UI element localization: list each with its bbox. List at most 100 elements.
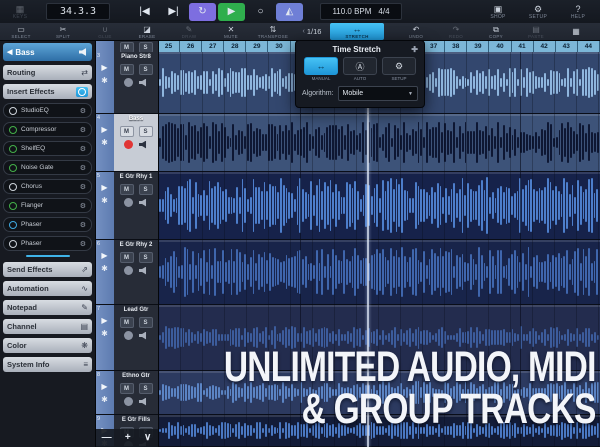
power-icon[interactable] — [9, 221, 17, 229]
track-name[interactable]: Piano Str8 — [121, 53, 151, 61]
ruler-bar-number[interactable]: 41 — [512, 40, 534, 52]
freeze-icon[interactable]: ✱ — [101, 395, 108, 404]
track-header-ethno-gtr[interactable]: 8 ▶ ✱ Ethno Gtr M S — [95, 371, 158, 415]
go-to-start-button[interactable]: |◀ — [131, 3, 158, 21]
track-play-icon[interactable]: ▶ — [101, 251, 107, 260]
ruler-bar-number[interactable]: 26 — [180, 40, 202, 52]
monitor-speaker-icon[interactable] — [139, 141, 148, 149]
record-arm-button[interactable] — [124, 397, 133, 406]
ruler-bar-number[interactable]: 43 — [556, 40, 578, 52]
metronome-button[interactable]: ◭ — [276, 3, 303, 21]
freeze-icon[interactable]: ✱ — [101, 138, 108, 147]
freeze-icon[interactable]: ✱ — [101, 196, 108, 205]
setup-button[interactable]: ⚙ SETUP — [518, 1, 558, 23]
sidebar-item-notepad[interactable]: Notepad ✎ — [3, 300, 92, 315]
tempo-display[interactable]: 110.0 BPM 4/4 — [320, 3, 402, 20]
split-tool[interactable]: ✂ SPLIT — [42, 24, 84, 40]
region-row-bass[interactable] — [158, 114, 600, 172]
solo-button[interactable]: S — [139, 42, 153, 52]
cycle-button[interactable]: ↻ — [189, 3, 216, 21]
track-strip[interactable]: 8 ▶ ✱ — [95, 371, 114, 414]
redo-button[interactable]: ↷ REDO — [436, 24, 476, 40]
paste-button[interactable]: ▤ PASTE — [516, 24, 556, 40]
gear-icon[interactable]: ⚙ — [80, 126, 86, 134]
track-strip[interactable]: 5 ▶ ✱ — [95, 172, 114, 239]
mute-button[interactable]: M — [120, 42, 134, 52]
track-name[interactable]: Ethno Gtr — [122, 372, 150, 380]
algorithm-dropdown[interactable]: Mobile ▼ — [338, 86, 418, 101]
solo-button[interactable]: S — [139, 252, 153, 263]
track-play-icon[interactable]: ▶ — [101, 125, 107, 134]
go-to-end-button[interactable]: ▶| — [160, 3, 187, 21]
power-icon[interactable] — [9, 202, 17, 210]
snap-value-control[interactable]: ‹ 1/16 — [294, 27, 330, 36]
copy-button[interactable]: ⧉ COPY — [476, 24, 516, 40]
select-tool[interactable]: ▭ SELECT — [0, 24, 42, 40]
power-icon[interactable] — [9, 183, 17, 191]
gear-icon[interactable]: ⚙ — [80, 202, 86, 210]
power-icon[interactable] — [9, 126, 17, 134]
track-header-bass[interactable]: 4 ▶ ✱ Bass M S — [95, 114, 158, 172]
effect-slot-studioeq[interactable]: StudioEQ ⚙ — [3, 103, 92, 118]
add-track-button[interactable]: + — [125, 433, 131, 443]
solo-button[interactable]: S — [139, 383, 153, 394]
record-arm-button[interactable] — [124, 331, 133, 340]
gear-icon[interactable]: ⚙ — [80, 164, 86, 172]
gear-icon[interactable]: ⚙ — [80, 183, 86, 191]
effect-slot-noise-gate[interactable]: Noise Gate ⚙ — [3, 160, 92, 175]
gear-icon[interactable]: ⚙ — [80, 240, 86, 248]
track-play-icon[interactable]: ▶ — [101, 183, 107, 192]
track-header-e-gtr-rhy-2[interactable]: 6 ▶ ✱ E Gtr Rhy 2 M S — [95, 240, 158, 305]
record-arm-button[interactable] — [124, 140, 133, 149]
track-strip[interactable]: 7 ▶ ✱ — [95, 305, 114, 370]
track-strip[interactable]: 6 ▶ ✱ — [95, 240, 114, 304]
track-header-e-gtr-rhy-1[interactable]: 5 ▶ ✱ E Gtr Rhy 1 M S — [95, 172, 158, 240]
monitor-speaker-icon[interactable] — [139, 199, 148, 207]
scroll-indicator[interactable] — [26, 255, 70, 257]
routing-button[interactable]: Routing ⇄ — [3, 65, 92, 80]
sidebar-item-automation[interactable]: Automation ∿ — [3, 281, 92, 296]
track-strip[interactable]: 3 ▶ ✱ — [95, 52, 114, 113]
track-play-icon[interactable]: ▶ — [101, 382, 107, 391]
monitor-speaker-icon[interactable] — [139, 398, 148, 406]
sidebar-item-color[interactable]: Color ❋ — [3, 338, 92, 353]
freeze-icon[interactable]: ✱ — [101, 264, 108, 273]
glue-tool[interactable]: ∪ GLUE — [84, 24, 126, 40]
ruler-bar-number[interactable]: 25 — [158, 40, 180, 52]
solo-button[interactable]: S — [139, 317, 153, 328]
track-name[interactable]: Bass — [129, 115, 143, 123]
gear-icon[interactable]: ⚙ — [80, 221, 86, 229]
minus-icon[interactable]: — — [102, 433, 112, 443]
region-row-e-gtr-rhy-2[interactable] — [158, 240, 600, 305]
track-header-piano-str8[interactable]: 3 ▶ ✱ Piano Str8 M S — [95, 52, 158, 114]
sidebar-item-send-effects[interactable]: Send Effects ⇗ — [3, 262, 92, 277]
shop-button[interactable]: ▣ SHOP — [478, 1, 518, 23]
record-arm-button[interactable] — [124, 198, 133, 207]
erase-tool[interactable]: ◪ ERASE — [126, 24, 168, 40]
record-arm-button[interactable] — [124, 266, 133, 275]
track-name[interactable]: E Gtr Fills — [122, 416, 150, 424]
power-icon[interactable] — [9, 145, 17, 153]
power-icon[interactable] — [9, 240, 17, 248]
mute-tool[interactable]: ✕ MUTE — [210, 24, 252, 40]
sidebar-item-system-info[interactable]: System Info ≡ — [3, 357, 92, 372]
help-button[interactable]: ? HELP — [558, 1, 598, 23]
track-strip[interactable]: 4 ▶ ✱ — [95, 114, 114, 171]
undo-button[interactable]: ↶ UNDO — [396, 24, 436, 40]
time-stretch-mode-manual[interactable]: ↔ MANUAL — [304, 57, 338, 81]
gear-icon[interactable]: ⚙ — [80, 145, 86, 153]
transpose-tool[interactable]: ⇅ TRANSPOSE — [252, 24, 294, 40]
track-header-lead-gtr[interactable]: 7 ▶ ✱ Lead Gtr M S — [95, 305, 158, 371]
record-arm-button[interactable] — [124, 78, 133, 87]
inspector-track-header[interactable]: ◀ Bass — [3, 43, 92, 61]
grid-button[interactable]: ▦ — [556, 24, 596, 40]
effect-slot-compressor[interactable]: Compressor ⚙ — [3, 122, 92, 137]
effect-slot-chorus[interactable]: Chorus ⚙ — [3, 179, 92, 194]
mute-button[interactable]: M — [120, 126, 134, 137]
ruler-bar-number[interactable]: 39 — [467, 40, 489, 52]
monitor-speaker-icon[interactable] — [139, 79, 148, 87]
time-stretch-mode-setup[interactable]: ⚙ SETUP — [382, 57, 416, 81]
monitor-speaker-icon[interactable] — [139, 332, 148, 340]
stretch-tool-button[interactable]: ↔ STRETCH — [330, 23, 384, 40]
effect-slot-phaser[interactable]: Phaser ⚙ — [3, 236, 92, 251]
